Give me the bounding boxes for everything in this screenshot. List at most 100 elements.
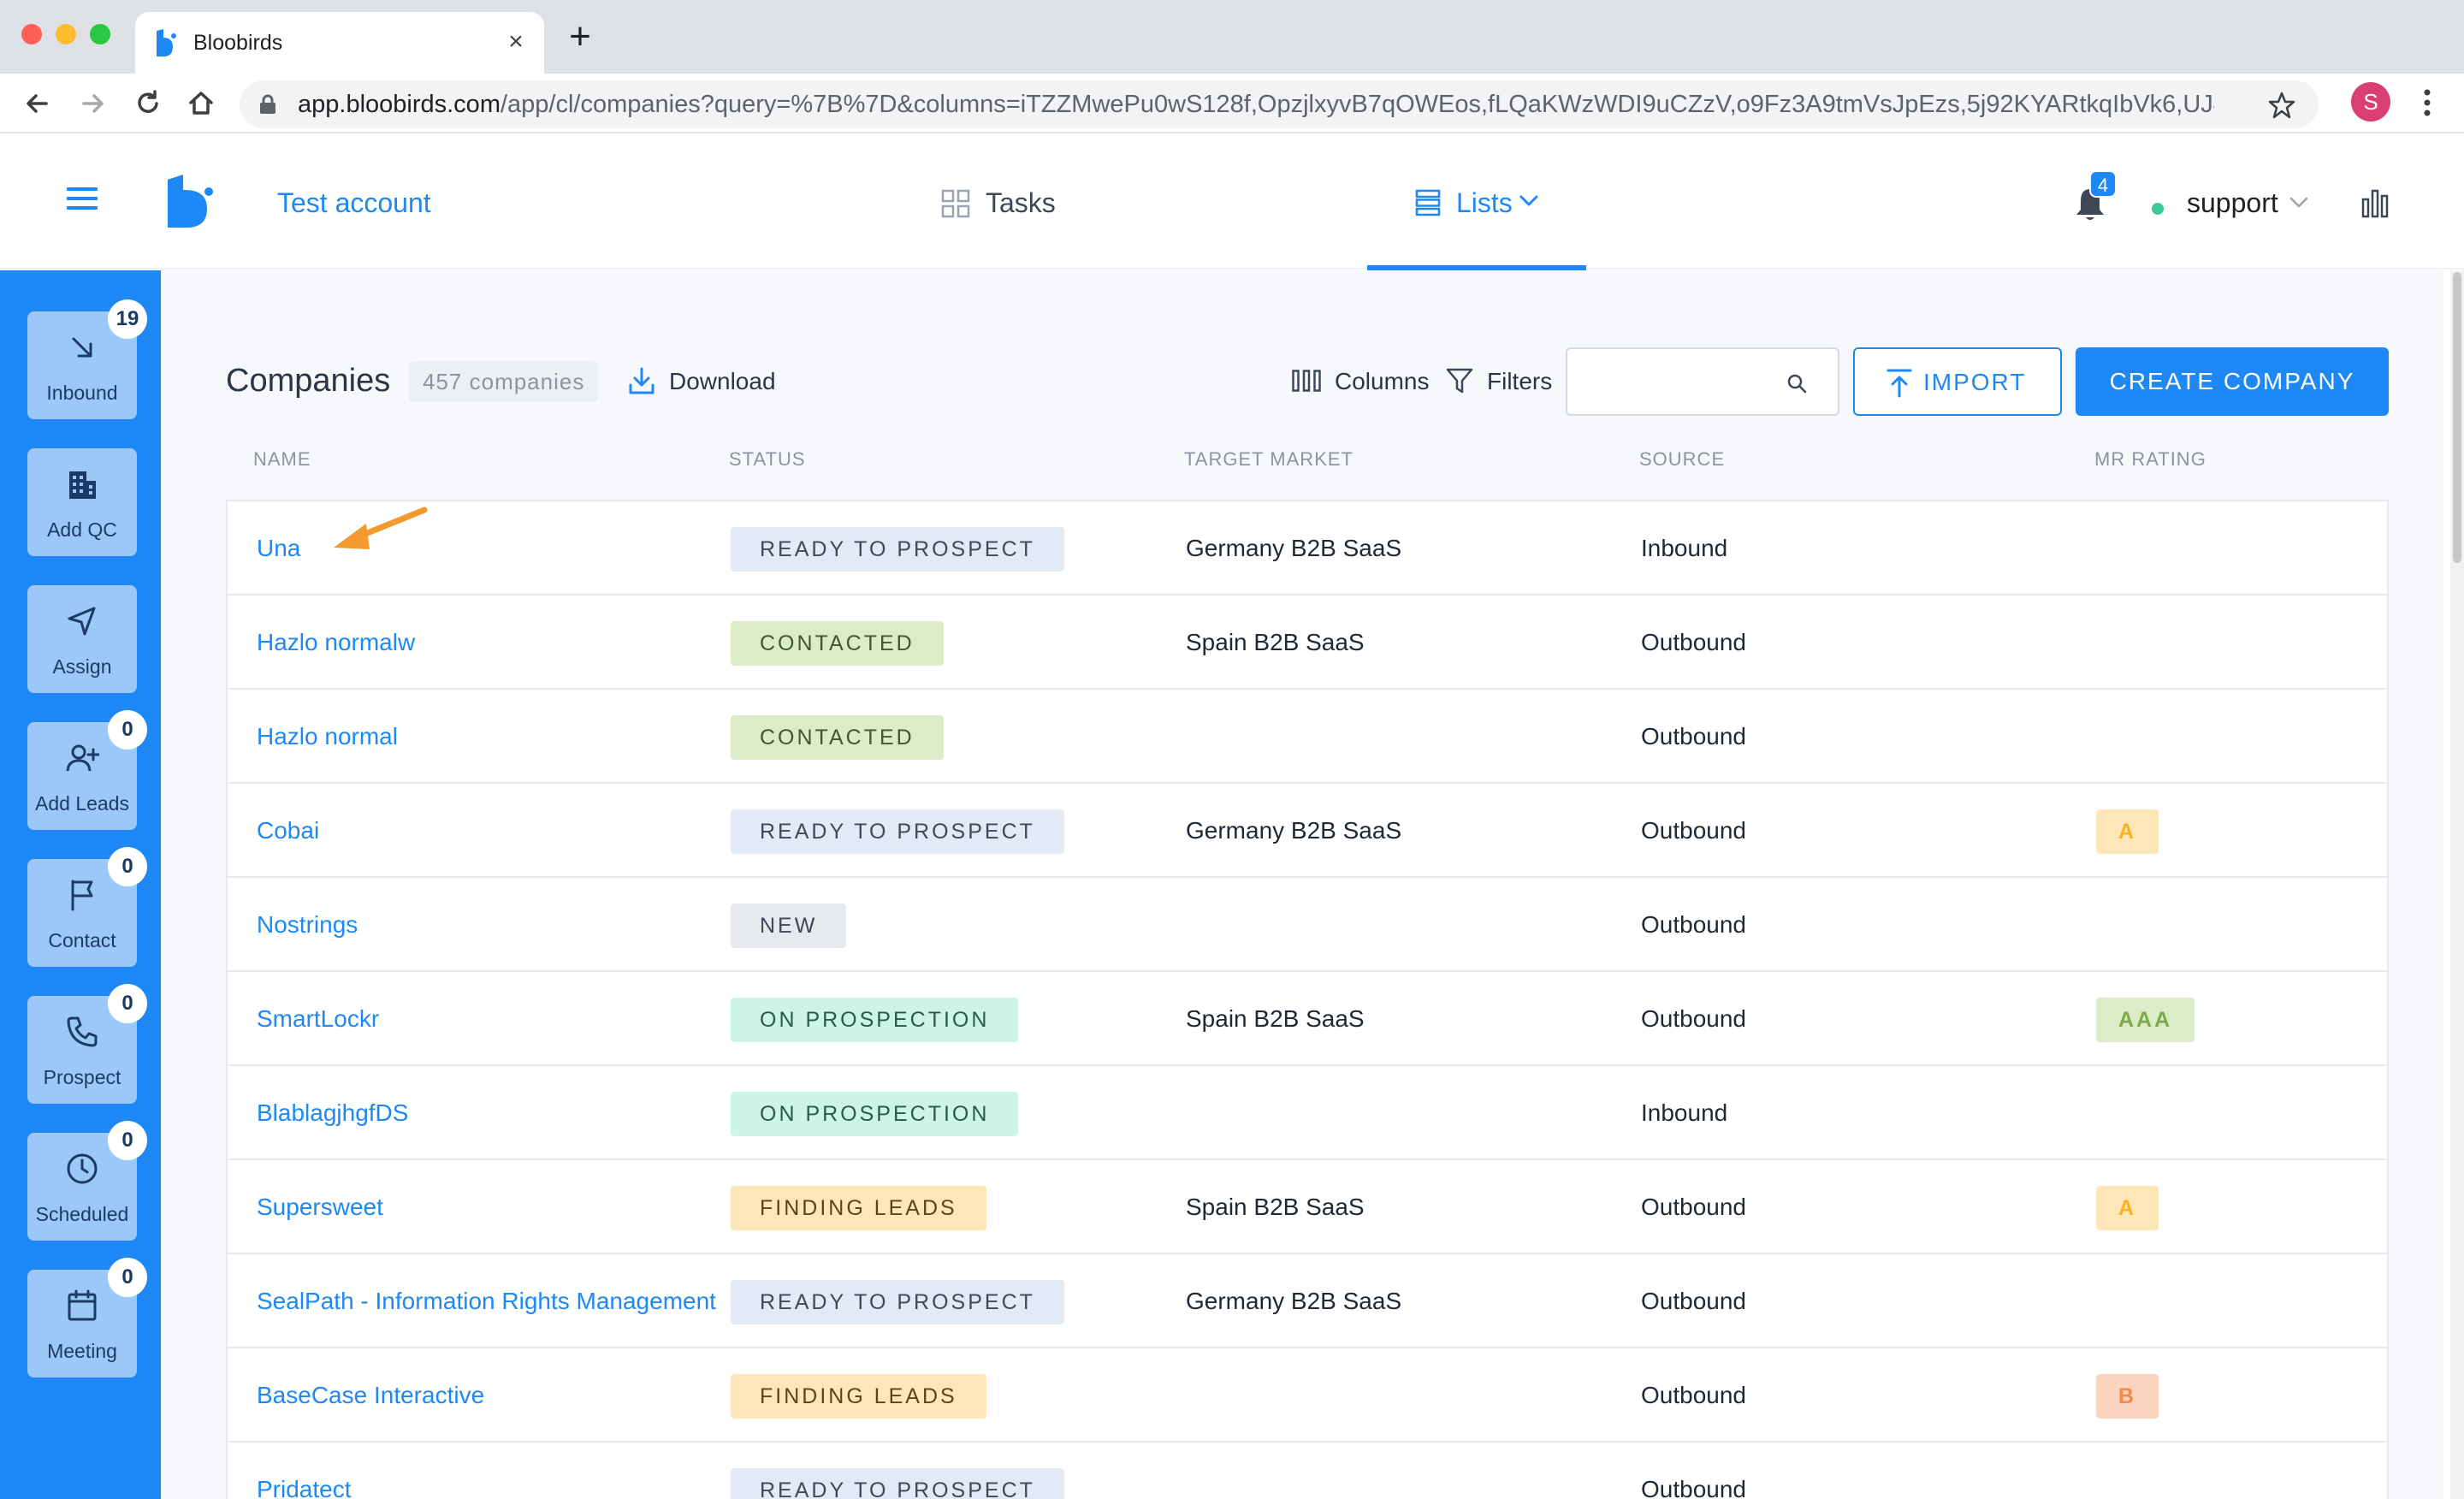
company-name-link[interactable]: Nostrings xyxy=(257,909,358,940)
sidebar-item-label: Prospect xyxy=(43,1066,121,1088)
mr-rating-badge: A xyxy=(2096,809,2159,854)
sidebar-count-badge: 0 xyxy=(108,710,147,750)
sidebar-item-prospect[interactable]: Prospect 0 xyxy=(27,984,147,1104)
company-name-link[interactable]: Hazlo normalw xyxy=(257,627,415,658)
sidebar-count-badge: 0 xyxy=(108,984,147,1023)
table-row[interactable]: Una READY TO PROSPECT Germany B2B SaaS Inbo… xyxy=(228,501,2387,595)
status-badge: NEW xyxy=(731,904,847,948)
bloobirds-logo-icon[interactable] xyxy=(166,175,214,228)
columns-icon xyxy=(1292,370,1321,392)
user-menu[interactable]: support xyxy=(2187,186,2278,220)
source-cell: Outbound xyxy=(1641,1288,1746,1314)
back-icon[interactable] xyxy=(19,86,55,121)
clock-icon xyxy=(67,1153,98,1184)
nav-lists-label: Lists xyxy=(1456,187,1513,218)
company-name-link[interactable]: SealPath - Information Rights Management xyxy=(257,1286,716,1317)
user-plus-icon xyxy=(66,744,99,772)
app-header: Test account Tasks Lists 4 support xyxy=(0,134,2464,271)
import-button[interactable]: IMPORT xyxy=(1853,347,2062,416)
filter-icon xyxy=(1446,368,1473,394)
status-badge: READY TO PROSPECT xyxy=(731,1280,1064,1324)
status-badge: READY TO PROSPECT xyxy=(731,809,1064,854)
table-row[interactable]: Nostrings NEW Outbound xyxy=(228,878,2387,972)
company-name-link[interactable]: Una xyxy=(257,533,300,564)
page-scrollbar[interactable] xyxy=(2450,270,2464,1499)
new-tab-button[interactable]: + xyxy=(565,18,595,56)
table-row[interactable]: BaseCase Interactive FINDING LEADS Outboun… xyxy=(228,1348,2387,1443)
sidebar-item-meeting[interactable]: Meeting 0 xyxy=(27,1258,147,1378)
sidebar-item-label: Contact xyxy=(48,929,116,951)
sidebar-item-add-qc[interactable]: Add QC xyxy=(27,448,137,556)
window-minimize-button[interactable] xyxy=(56,24,76,44)
table-row[interactable]: Cobai READY TO PROSPECT Germany B2B SaaS Ou… xyxy=(228,784,2387,878)
import-label: IMPORT xyxy=(1923,369,2027,395)
nav-lists[interactable]: Lists xyxy=(1367,134,1586,271)
status-badge: FINDING LEADS xyxy=(731,1374,986,1419)
table-row[interactable]: SmartLockr ON PROSPECTION Spain B2B SaaS Ou… xyxy=(228,972,2387,1066)
search-input[interactable] xyxy=(1579,361,1785,402)
browser-menu-icon[interactable] xyxy=(2414,86,2440,120)
sidebar-item-label: Scheduled xyxy=(35,1203,129,1225)
address-bar[interactable]: app.bloobirds.com/app/cl/companies?query… xyxy=(240,80,2319,128)
forward-icon[interactable] xyxy=(75,86,111,121)
calendar-icon xyxy=(68,1289,97,1321)
table-row[interactable]: Hazlo normal CONTACTED Outbound xyxy=(228,690,2387,784)
table-row[interactable]: Pridatect READY TO PROSPECT Outbound xyxy=(228,1443,2387,1499)
download-label: Download xyxy=(669,368,776,394)
company-name-link[interactable]: BlablagjhgfDS xyxy=(257,1098,408,1129)
user-menu-chevron-icon[interactable] xyxy=(2289,196,2308,210)
sidebar-item-label: Meeting xyxy=(47,1340,117,1362)
search-field[interactable] xyxy=(1566,347,1839,416)
search-icon[interactable] xyxy=(1786,373,1807,394)
hamburger-menu-icon[interactable] xyxy=(67,186,98,211)
table-row[interactable]: BlablagjhgfDS ON PROSPECTION Inbound xyxy=(228,1066,2387,1160)
window-zoom-button[interactable] xyxy=(90,24,110,44)
arrow-down-right-icon xyxy=(72,337,92,358)
browser-tab[interactable]: Bloobirds × xyxy=(135,12,544,74)
sidebar-item-contact[interactable]: Contact 0 xyxy=(27,847,147,967)
profile-avatar[interactable]: S xyxy=(2351,82,2390,121)
column-header-status[interactable]: STATUS xyxy=(729,448,806,471)
sidebar-count-badge: 0 xyxy=(108,847,147,886)
grid-icon xyxy=(941,189,970,218)
home-icon[interactable] xyxy=(183,86,219,121)
bookmark-star-icon[interactable] xyxy=(2267,91,2296,120)
column-header-target-market[interactable]: TARGET MARKET xyxy=(1184,448,1353,471)
bar-chart-icon[interactable] xyxy=(2360,187,2390,218)
company-name-link[interactable]: SmartLockr xyxy=(257,1004,379,1034)
sidebar-item-assign[interactable]: Assign xyxy=(27,585,137,693)
download-icon xyxy=(629,367,654,394)
target-market-cell: Germany B2B SaaS xyxy=(1186,535,1402,561)
company-name-link[interactable]: BaseCase Interactive xyxy=(257,1380,484,1411)
company-name-link[interactable]: Pridatect xyxy=(257,1474,352,1499)
target-market-cell: Spain B2B SaaS xyxy=(1186,629,1365,655)
status-badge: CONTACTED xyxy=(731,621,944,666)
status-badge: ON PROSPECTION xyxy=(731,998,1019,1042)
browser-tab-bar: Bloobirds × + xyxy=(0,0,2464,74)
sidebar-item-scheduled[interactable]: Scheduled 0 xyxy=(27,1121,147,1241)
chevron-down-icon xyxy=(1519,195,1538,206)
column-header-name[interactable]: NAME xyxy=(253,448,311,471)
sidebar-item-label: Add QC xyxy=(47,518,117,541)
company-name-link[interactable]: Hazlo normal xyxy=(257,721,398,752)
source-cell: Outbound xyxy=(1641,629,1746,655)
bloobirds-favicon-icon xyxy=(157,29,176,56)
account-name[interactable]: Test account xyxy=(277,186,431,220)
column-header-mr-rating[interactable]: MR RATING xyxy=(2094,448,2206,471)
source-cell: Outbound xyxy=(1641,1476,1746,1499)
tab-close-icon[interactable]: × xyxy=(501,27,530,56)
table-row[interactable]: Supersweet FINDING LEADS Spain B2B SaaS Out… xyxy=(228,1160,2387,1254)
scrollbar-thumb[interactable] xyxy=(2453,272,2461,563)
phone-icon xyxy=(67,1016,98,1047)
reload-icon[interactable] xyxy=(130,86,166,121)
table-row[interactable]: SealPath - Information Rights Management… xyxy=(228,1254,2387,1348)
building-icon xyxy=(69,471,96,499)
table-row[interactable]: Hazlo normalw CONTACTED Spain B2B SaaS Outb… xyxy=(228,595,2387,690)
window-close-button[interactable] xyxy=(21,24,42,44)
column-header-source[interactable]: SOURCE xyxy=(1639,448,1725,471)
sidebar-item-add-leads[interactable]: Add Leads 0 xyxy=(27,710,147,830)
company-name-link[interactable]: Supersweet xyxy=(257,1192,383,1223)
company-name-link[interactable]: Cobai xyxy=(257,815,319,846)
sidebar-item-inbound[interactable]: Inbound 19 xyxy=(27,299,147,419)
create-company-button[interactable]: CREATE COMPANY xyxy=(2076,347,2389,416)
